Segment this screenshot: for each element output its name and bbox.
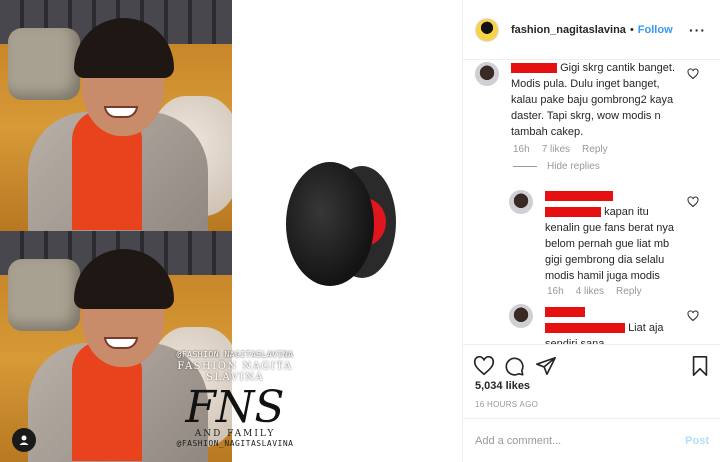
like-comment-icon[interactable] bbox=[687, 68, 699, 80]
follow-button[interactable]: Follow bbox=[638, 24, 673, 36]
comment-meta: 16h 7 likes Reply bbox=[513, 144, 608, 155]
comment-likes[interactable]: 7 likes bbox=[542, 144, 570, 155]
reply-avatar[interactable] bbox=[509, 190, 533, 214]
watermark-name: FASHION NAGITA SLAVINA bbox=[177, 361, 293, 383]
hide-replies-label: Hide replies bbox=[547, 161, 600, 172]
post-header: fashion_nagitaslavina • Follow ··· bbox=[463, 0, 720, 60]
post-comment-button[interactable]: Post bbox=[685, 435, 709, 447]
redacted-mention bbox=[545, 323, 625, 334]
reply-button[interactable]: Reply bbox=[582, 144, 608, 155]
like-comment-icon[interactable] bbox=[687, 310, 699, 322]
header-separator: • bbox=[629, 23, 634, 36]
author-avatar[interactable] bbox=[475, 17, 499, 42]
redacted-mention bbox=[545, 207, 601, 218]
more-options-icon[interactable]: ··· bbox=[689, 22, 706, 38]
comment-time[interactable]: 16h bbox=[513, 144, 530, 155]
watermark-logo: FNS bbox=[185, 382, 285, 433]
bookmark-icon[interactable] bbox=[689, 355, 711, 377]
post-image[interactable]: @FASHION_NAGITASLAVINA FASHION NAGITA SL… bbox=[0, 0, 462, 462]
redacted-username bbox=[511, 63, 557, 74]
watermark-handle-bottom: @FASHION_NAGITASLAVINA bbox=[176, 439, 294, 448]
user-tag-icon[interactable] bbox=[12, 428, 36, 452]
author-username[interactable]: fashion_nagitaslavina bbox=[511, 24, 626, 36]
reply-comment: Liat aja sendiri sana bbox=[545, 304, 685, 344]
reply-button[interactable]: Reply bbox=[616, 286, 642, 297]
comment-input[interactable] bbox=[475, 434, 686, 447]
post-sidebar: fashion_nagitaslavina • Follow ··· Gigi … bbox=[462, 0, 720, 462]
reply-likes[interactable]: 4 likes bbox=[576, 286, 604, 297]
reply-time[interactable]: 16h bbox=[547, 286, 564, 297]
comments-list[interactable]: Gigi skrg cantik banget. Modis pula. Dul… bbox=[463, 60, 720, 344]
watermark-handle: @FASHION_NAGITASLAVINA bbox=[176, 350, 294, 359]
post-actions bbox=[463, 344, 720, 384]
like-comment-icon[interactable] bbox=[687, 196, 699, 208]
reply-comment: kapan itu kenalin gue fans berat nya bel… bbox=[545, 188, 685, 284]
reply-meta: 16h 4 likes Reply bbox=[547, 286, 642, 297]
comment-icon[interactable] bbox=[503, 355, 525, 377]
commenter-avatar[interactable] bbox=[475, 62, 499, 86]
redacted-username bbox=[545, 307, 585, 318]
comment-text: Gigi skrg cantik banget. Modis pula. Dul… bbox=[511, 62, 676, 138]
post-timestamp[interactable]: 16 HOURS AGO bbox=[475, 400, 538, 409]
photo-top bbox=[0, 0, 232, 231]
reply-text: kapan itu kenalin gue fans berat nya bel… bbox=[545, 206, 675, 282]
watermark: @FASHION_NAGITASLAVINA FASHION NAGITA SL… bbox=[172, 350, 298, 448]
earmuff-image bbox=[286, 162, 396, 286]
share-icon[interactable] bbox=[535, 355, 557, 377]
comment: Gigi skrg cantik banget. Modis pula. Dul… bbox=[511, 60, 687, 140]
comment-composer: Post bbox=[463, 418, 720, 462]
reply-avatar[interactable] bbox=[509, 304, 533, 328]
likes-count[interactable]: 5,034 likes bbox=[475, 380, 530, 392]
redacted-username bbox=[545, 191, 613, 202]
hide-replies-button[interactable]: Hide replies bbox=[513, 161, 600, 172]
heart-icon[interactable] bbox=[473, 355, 495, 377]
